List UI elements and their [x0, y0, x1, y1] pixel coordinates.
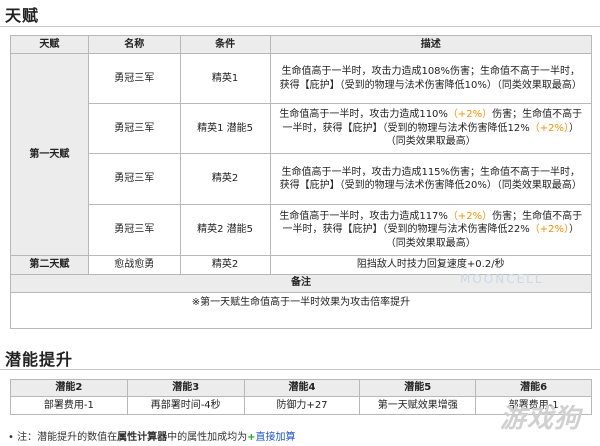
talent-name: 勇冠三军	[87, 204, 181, 256]
header-potential-2: 潜能2	[10, 379, 128, 397]
header-potential-3: 潜能3	[126, 379, 245, 397]
talent-description: 生命值高于一半时，攻击力造成110%（+2%）伤害；生命值不高于一半时，获得【庇…	[269, 103, 593, 154]
potential-value: 部署费用-1	[10, 396, 128, 415]
header-condition: 条件	[179, 35, 271, 54]
note-row: ※第一天赋生命值高于一半时效果为攻击倍率提升	[10, 291, 592, 329]
potential-value: 第一天赋效果增强	[359, 396, 477, 415]
footnote-middle: 中的属性加成均为	[167, 432, 248, 443]
first-talent-label: 第一天赋	[10, 53, 89, 256]
site-logo-watermark: 游戏狗	[500, 404, 582, 434]
footnote: • 注：潜能提升的数值在属性计算器中的属性加成均为+直接加算	[8, 428, 295, 443]
talent-name: 勇冠三军	[87, 53, 181, 104]
talent-condition: 精英2	[179, 255, 271, 275]
talent-description: 生命值高于一半时，攻击力造成115%伤害；生命值不高于一半时，获得【庇护】（受到…	[269, 153, 593, 205]
direct-add-link[interactable]: 直接加算	[255, 432, 295, 443]
potential-section-title: 潜能提升	[5, 350, 74, 369]
talent-name: 勇冠三军	[87, 103, 181, 154]
potential-value: 再部署时间-4秒	[126, 396, 245, 415]
potential-section-divider	[0, 369, 600, 370]
header-potential-6: 潜能6	[475, 379, 592, 397]
talent-condition: 精英2	[179, 153, 271, 205]
talent-row: 勇冠三军 精英2 生命值高于一半时，攻击力造成115%伤害；生命值不高于一半时，…	[11, 153, 593, 205]
bonus-highlight: （+2%）	[529, 122, 569, 134]
potential-header-row: 潜能2 潜能3 潜能4 潜能5 潜能6	[10, 379, 592, 397]
second-talent-label: 第二天赋	[10, 255, 89, 275]
mooncell-watermark: MOONCELL	[460, 272, 544, 286]
talent-name: 勇冠三军	[87, 153, 181, 205]
calculator-term: 属性计算器	[117, 432, 168, 443]
header-potential-4: 潜能4	[243, 379, 361, 397]
bonus-highlight: （+2%）	[447, 210, 493, 222]
talent-description: 生命值高于一半时，攻击力造成117%（+2%）伤害；生命值不高于一半时，获得【庇…	[269, 204, 593, 256]
header-name: 名称	[87, 35, 181, 54]
potential-value: 防御力+27	[243, 396, 361, 415]
talent-section-divider	[0, 26, 600, 27]
talent-section-title: 天赋	[5, 6, 40, 25]
talent-condition: 精英2 潜能5	[179, 204, 271, 256]
talent-row: 勇冠三军 精英2 潜能5 生命值高于一半时，攻击力造成117%（+2%）伤害；生…	[11, 204, 593, 256]
footnote-prefix: • 注：潜能提升的数值在	[8, 432, 118, 443]
header-potential-5: 潜能5	[359, 379, 477, 397]
talent-row: 勇冠三军 精英1 潜能5 生命值高于一半时，攻击力造成110%（+2%）伤害；生…	[11, 103, 593, 154]
talent-description: 生命值高于一半时，攻击力造成108%伤害；生命值不高于一半时，获得【庇护】（受到…	[269, 53, 593, 104]
bonus-highlight: （+2%）	[447, 109, 493, 121]
talent-header-row: 天赋 名称 条件 描述	[10, 35, 593, 54]
talent-condition: 精英1	[179, 53, 271, 104]
header-description: 描述	[269, 35, 593, 54]
note-text: ※第一天赋生命值高于一半时效果为攻击倍率提升	[10, 291, 592, 329]
talent-row: 第一天赋 勇冠三军 精英1 生命值高于一半时，攻击力造成108%伤害；生命值不高…	[10, 53, 593, 256]
header-talent: 天赋	[10, 35, 89, 54]
talent-condition: 精英1 潜能5	[179, 103, 271, 154]
talent-name: 愈战愈勇	[87, 255, 181, 275]
bonus-highlight: （+2%）	[529, 224, 569, 236]
